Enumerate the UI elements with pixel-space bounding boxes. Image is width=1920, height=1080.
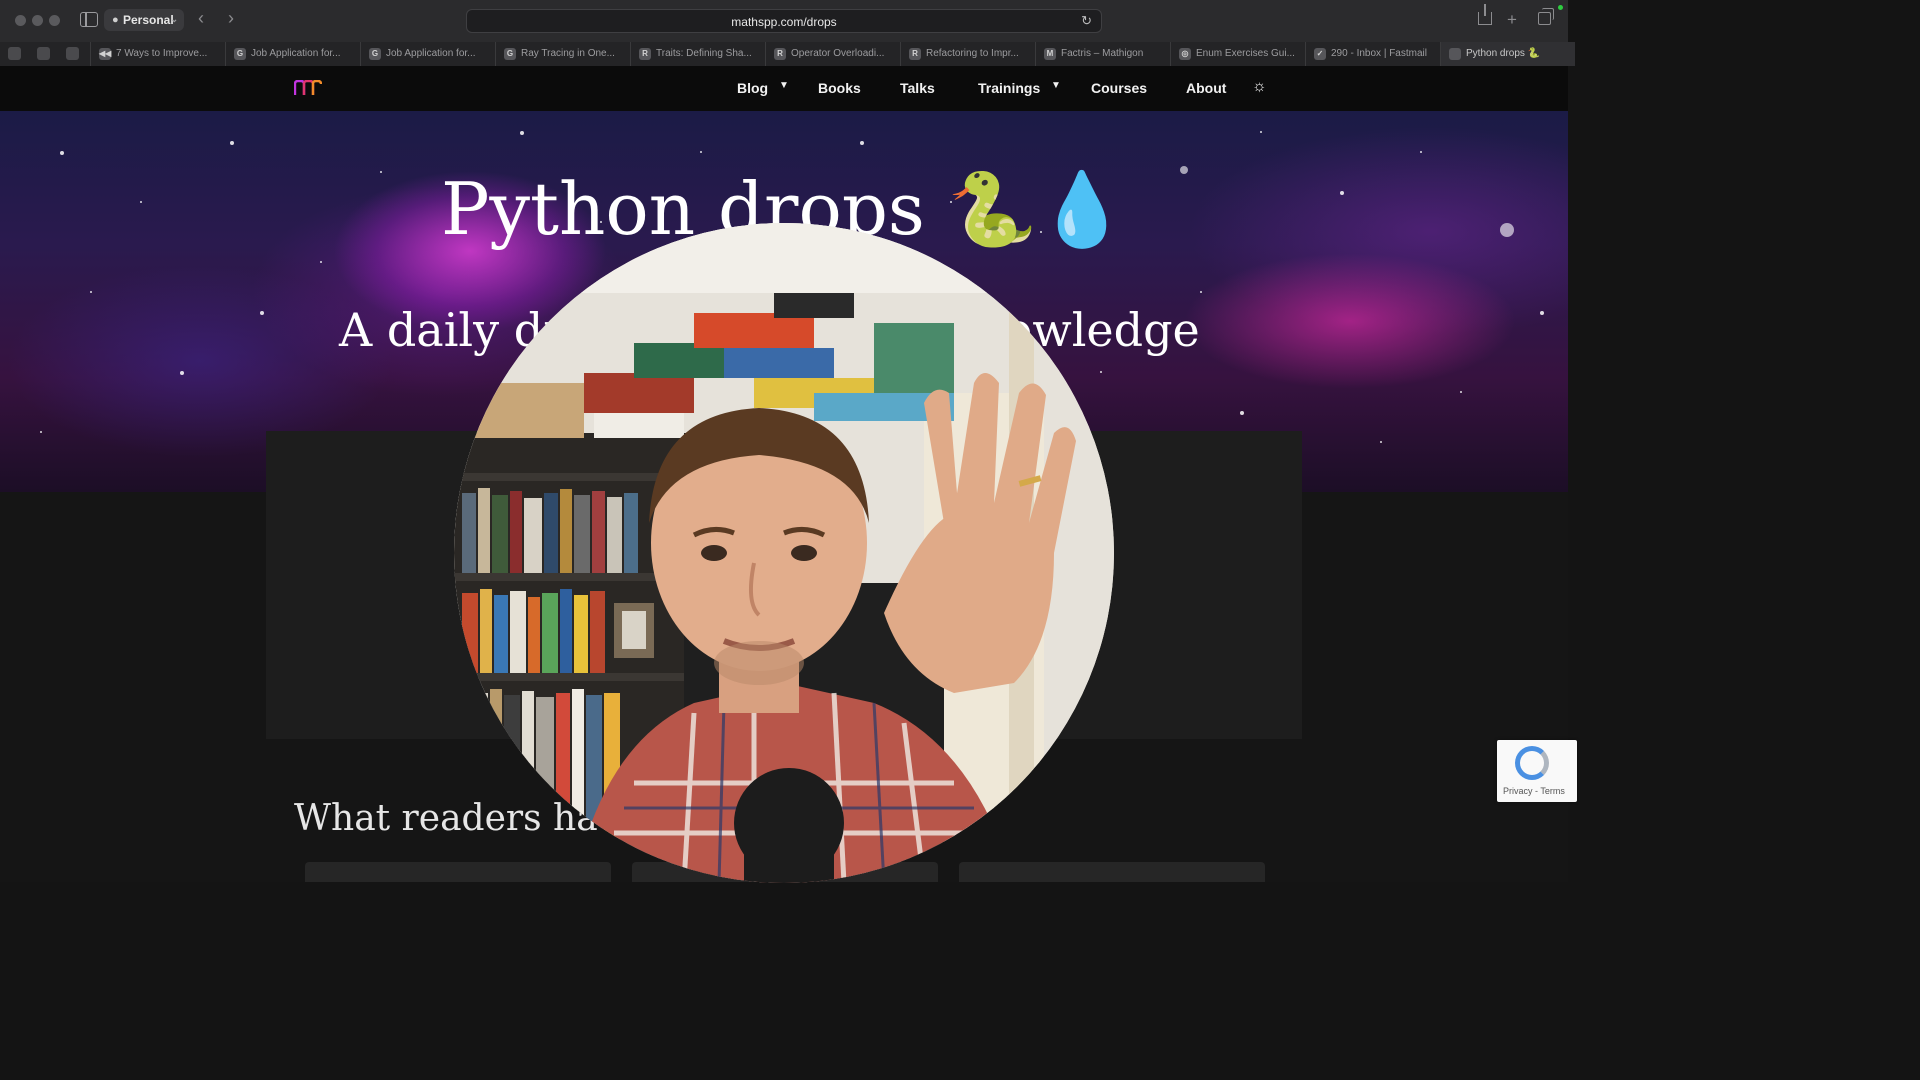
share-icon[interactable] — [1478, 4, 1492, 25]
back-arrow-icon[interactable]: ‹ — [198, 8, 204, 29]
tab-favicon: R — [909, 48, 921, 60]
tab-favicon: M — [1044, 48, 1056, 60]
address-bar[interactable]: mathspp.com/drops ↻ — [466, 9, 1102, 33]
reload-icon[interactable]: ↻ — [1081, 13, 1092, 29]
tab-title: Job Application for... — [251, 48, 341, 59]
close-window-button[interactable] — [15, 15, 26, 26]
browser-tab[interactable]: G Job Application for... — [225, 42, 360, 66]
browser-tab[interactable]: R Refactoring to Impr... — [900, 42, 1035, 66]
minimize-window-button[interactable] — [32, 15, 43, 26]
testimonial-card — [305, 862, 611, 882]
url-text: mathspp.com/drops — [731, 15, 837, 29]
nav-trainings[interactable]: Trainings — [978, 80, 1040, 96]
star-decoration — [860, 141, 864, 145]
tab-title: 7 Ways to Improve... — [116, 48, 208, 59]
nav-about[interactable]: About — [1186, 80, 1226, 96]
browser-tab[interactable]: M Factris – Mathigon — [1035, 42, 1170, 66]
presenter-video — [454, 223, 1114, 883]
tab-title: Job Application for... — [386, 48, 476, 59]
pinned-tab[interactable] — [8, 47, 21, 60]
pinned-tab[interactable] — [66, 47, 79, 60]
browser-tab[interactable]: Python drops 🐍 — [1440, 42, 1575, 66]
chevron-down-icon: ⌄ — [170, 14, 178, 24]
star-decoration — [700, 151, 702, 153]
star-decoration — [320, 261, 322, 263]
browser-tab[interactable]: R Operator Overloadi... — [765, 42, 900, 66]
star-decoration — [1380, 441, 1382, 443]
tab-favicon: G — [504, 48, 516, 60]
tab-title: Enum Exercises Gui... — [1196, 48, 1295, 59]
webcam-overlay — [454, 223, 1114, 883]
star-decoration — [1540, 311, 1544, 315]
testimonials-heading: What readers ha — [294, 798, 598, 839]
nav-blog[interactable]: Blog — [737, 80, 768, 96]
browser-tab[interactable]: G Ray Tracing in One... — [495, 42, 630, 66]
browser-tab[interactable]: ◀◀ 7 Ways to Improve... — [90, 42, 225, 66]
tab-favicon: G — [369, 48, 381, 60]
tab-favicon: ✓ — [1314, 48, 1326, 60]
chevron-down-icon[interactable]: ▼ — [1051, 80, 1061, 91]
pinned-tab[interactable] — [37, 47, 50, 60]
tab-title: Operator Overloadi... — [791, 48, 885, 59]
forward-arrow-icon[interactable]: › — [228, 8, 234, 29]
star-decoration — [90, 291, 92, 293]
tab-favicon: ◎ — [1179, 48, 1191, 60]
browser-titlebar: ● Personal ⌄ ‹ › mathspp.com/drops ↻ + — [0, 0, 1568, 43]
browser-tab[interactable]: ✓ 290 - Inbox | Fastmail — [1305, 42, 1440, 66]
tab-title: Refactoring to Impr... — [926, 48, 1019, 59]
nav-books[interactable]: Books — [818, 80, 861, 96]
star-decoration — [230, 141, 234, 145]
zoom-window-button[interactable] — [49, 15, 60, 26]
tab-favicon — [1449, 48, 1461, 60]
star-decoration — [180, 371, 184, 375]
recaptcha-logo-icon — [1515, 746, 1549, 780]
sun-icon[interactable]: ☼ — [1252, 78, 1267, 96]
profile-label: Personal — [123, 13, 174, 27]
tab-title: Factris – Mathigon — [1061, 48, 1144, 59]
browser-tab[interactable]: ◎ Enum Exercises Gui... — [1170, 42, 1305, 66]
person-icon: ● — [112, 14, 119, 26]
tab-title: Ray Tracing in One... — [521, 48, 615, 59]
tab-favicon: R — [639, 48, 651, 60]
browser-tab[interactable]: G Job Application for... — [360, 42, 495, 66]
star-decoration — [1200, 291, 1202, 293]
nav-talks[interactable]: Talks — [900, 80, 935, 96]
new-tab-icon[interactable]: + — [1507, 10, 1517, 30]
tab-title: Python drops 🐍 — [1466, 48, 1541, 59]
mathspp-logo[interactable] — [294, 80, 322, 96]
star-decoration — [1240, 411, 1244, 415]
tab-title: Traits: Defining Sha... — [656, 48, 752, 59]
tab-title: 290 - Inbox | Fastmail — [1331, 48, 1427, 59]
star-decoration — [1100, 371, 1102, 373]
status-dot — [1558, 5, 1563, 10]
tab-favicon: G — [234, 48, 246, 60]
star-decoration — [1460, 391, 1462, 393]
star-decoration — [1420, 151, 1422, 153]
tab-favicon: R — [774, 48, 786, 60]
recaptcha-badge[interactable]: Privacy - Terms — [1497, 740, 1577, 802]
browser-tab[interactable]: R Traits: Defining Sha... — [630, 42, 765, 66]
sidebar-toggle-icon[interactable] — [80, 12, 98, 27]
tab-favicon: ◀◀ — [99, 48, 112, 60]
nav-courses[interactable]: Courses — [1091, 80, 1147, 96]
chevron-down-icon[interactable]: ▼ — [779, 80, 789, 91]
site-header: Blog ▼ Books Talks Trainings ▼ Courses A… — [0, 66, 1568, 111]
star-decoration — [260, 311, 264, 315]
testimonial-card — [959, 862, 1265, 882]
profile-button[interactable]: ● Personal ⌄ — [104, 9, 184, 31]
tab-overview-icon[interactable] — [1538, 8, 1554, 25]
recaptcha-links[interactable]: Privacy - Terms — [1503, 786, 1565, 796]
star-decoration — [520, 131, 524, 135]
tab-bar: ◀◀ 7 Ways to Improve... G Job Application f… — [0, 42, 1575, 67]
star-decoration — [60, 151, 64, 155]
star-decoration — [1260, 131, 1262, 133]
star-decoration — [40, 431, 42, 433]
